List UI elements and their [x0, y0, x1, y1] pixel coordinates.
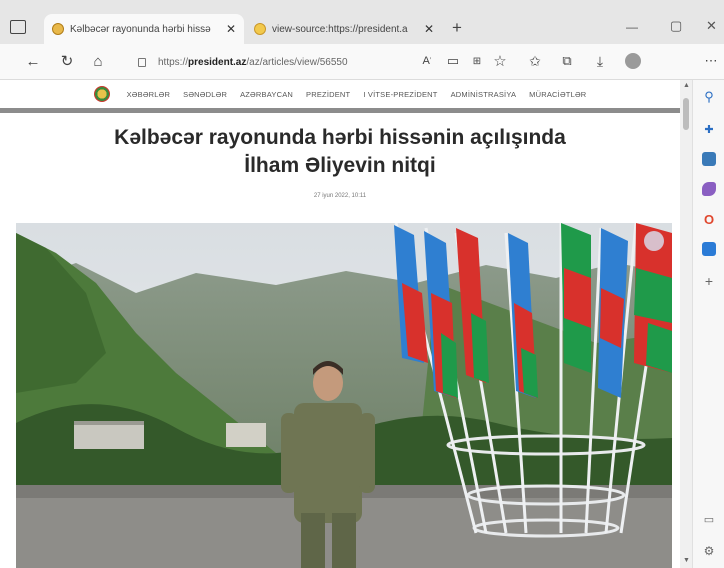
close-tab-icon[interactable]: ✕ [220, 22, 236, 36]
apps-available-icon[interactable]: ⊞ [466, 50, 488, 72]
nav-divider [0, 108, 680, 113]
back-arrow-icon[interactable]: ← [22, 50, 44, 72]
url-host: president.az [188, 56, 247, 68]
nav-item-vitse-prezident[interactable]: I VİTSE-PREZİDENT [363, 90, 437, 99]
web-page: XƏBƏRLƏR SƏNƏDLƏR AZƏRBAYCAN PREZİDENT I… [0, 80, 680, 568]
nav-item-senedler[interactable]: SƏNƏDLƏR [183, 90, 227, 99]
favorite-star-icon[interactable]: ☆ [489, 50, 511, 72]
minimize-button[interactable]: — [626, 20, 638, 34]
lock-icon [138, 57, 146, 67]
favorites-list-icon[interactable]: ✩ [524, 50, 546, 72]
close-tab-icon[interactable]: ✕ [418, 22, 434, 36]
tab-label: view-source:https://president.a [272, 23, 408, 35]
new-tab-button[interactable]: + [452, 18, 462, 38]
site-nav: XƏBƏRLƏR SƏNƏDLƏR AZƏRBAYCAN PREZİDENT I… [0, 80, 680, 108]
scroll-down-arrow-icon[interactable]: ▼ [683, 557, 690, 564]
collections-icon[interactable]: ⧉ [556, 50, 578, 72]
address-bar[interactable]: https://president.az/az/articles/view/56… [124, 50, 414, 74]
office-icon[interactable]: O [702, 212, 716, 227]
close-window-button[interactable]: ✕ [706, 18, 717, 34]
article-title: Kəlbəcər rayonunda hərbi hissənin açılış… [90, 124, 590, 180]
maximize-button[interactable]: ▢ [670, 18, 682, 34]
tab-strip: Kəlbəcər rayonunda hərbi hissə ✕ view-so… [0, 0, 724, 44]
site-favicon-icon [52, 23, 64, 35]
search-icon[interactable]: ⚲ [702, 89, 716, 104]
scrollbar-thumb[interactable] [683, 98, 689, 130]
tab-active[interactable]: Kəlbəcər rayonunda hərbi hissə ✕ [44, 14, 244, 44]
site-favicon-icon [254, 23, 266, 35]
refresh-icon[interactable]: ↻ [56, 50, 78, 72]
scroll-up-arrow-icon[interactable]: ▲ [683, 82, 690, 89]
nav-item-azerbaycan[interactable]: AZƏRBAYCAN [240, 90, 293, 99]
tools-icon[interactable] [702, 152, 716, 166]
reading-view-icon[interactable]: ▭ [442, 50, 464, 72]
state-emblem-icon[interactable] [93, 86, 110, 102]
edge-sidebar: ⚲ ✚ O + ▭ ⚙ [692, 80, 724, 568]
url-scheme: https:// [158, 56, 189, 68]
add-sidebar-app-icon[interactable]: + [702, 273, 716, 289]
article-title-line-2: İlham Əliyevin nitqi [244, 154, 436, 177]
article-photo [16, 223, 672, 568]
tab-label: Kəlbəcər rayonunda hərbi hissə [70, 23, 211, 35]
tab-actions-menu-icon[interactable] [10, 20, 26, 34]
vertical-scrollbar[interactable]: ▲ ▼ [680, 80, 692, 568]
read-aloud-icon[interactable]: Aʼ [416, 50, 438, 72]
outlook-icon[interactable] [702, 242, 716, 256]
sidebar-layout-icon[interactable]: ▭ [702, 512, 716, 526]
shopping-icon[interactable]: ✚ [702, 122, 716, 136]
nav-item-prezident[interactable]: PREZİDENT [306, 90, 350, 99]
more-menu-icon[interactable]: ⋯ [700, 50, 722, 72]
home-icon[interactable]: ⌂ [87, 50, 109, 72]
article-date: 27 iyun 2022, 10:11 [313, 193, 367, 199]
url-path: /az/articles/view/56550 [246, 56, 348, 68]
photo-watermark-icon [644, 231, 664, 251]
nav-item-muracietler[interactable]: MÜRACİƏTLƏR [529, 90, 586, 99]
settings-gear-icon[interactable]: ⚙ [702, 544, 716, 558]
browser-toolbar: ← ↻ ⌂ https://president.az/az/articles/v… [0, 44, 724, 80]
downloads-icon[interactable]: ⤓ [589, 50, 611, 72]
profile-avatar-icon[interactable] [622, 50, 644, 72]
tab-view-source[interactable]: view-source:https://president.a ✕ [246, 14, 442, 44]
games-icon[interactable] [702, 182, 716, 196]
article-title-line-1: Kəlbəcər rayonunda hərbi hissənin açılış… [114, 126, 566, 149]
nav-item-administrasiya[interactable]: ADMİNİSTRASİYA [451, 90, 517, 99]
nav-item-xeberler[interactable]: XƏBƏRLƏR [127, 90, 171, 99]
